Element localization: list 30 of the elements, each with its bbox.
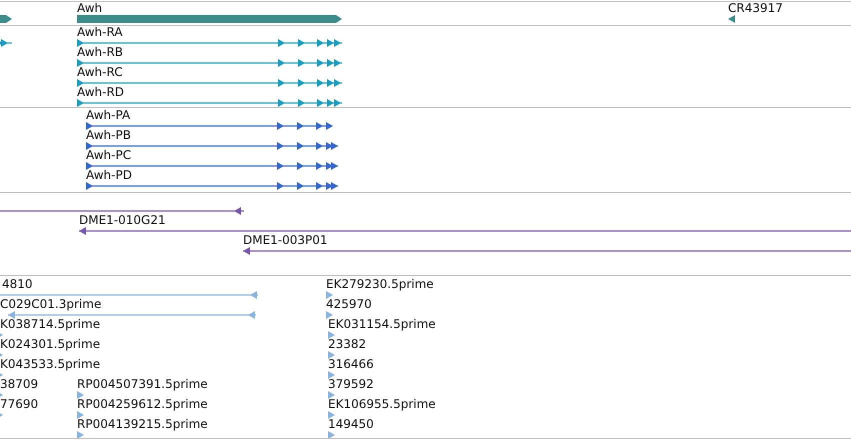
- feature-label: Awh-PC: [86, 149, 132, 162]
- feature-label: C029C01.3prime: [0, 298, 102, 311]
- feature-label: Awh: [77, 2, 102, 15]
- feature-label: 23382: [328, 338, 366, 351]
- feature-label: RP004507391.5prime: [77, 378, 208, 391]
- feature-label: EK031154.5prime: [328, 318, 436, 331]
- feature-label: 38709: [0, 378, 38, 391]
- feature-label: K038714.5prime: [0, 318, 100, 331]
- feature-label: Awh-PB: [86, 129, 131, 142]
- feature-label: K043533.5prime: [0, 358, 100, 371]
- feature-label: K024301.5prime: [0, 338, 100, 351]
- feature-label: Awh-RC: [77, 66, 123, 79]
- feature-label: EK106955.5prime: [328, 398, 436, 411]
- feature-label: 77690: [0, 398, 38, 411]
- feature-label: RP004259612.5prime: [77, 398, 208, 411]
- feature-label: DME1-010G21: [79, 214, 166, 227]
- feature-label: Awh-RB: [77, 46, 124, 59]
- feature-label: Awh-RD: [77, 86, 124, 99]
- feature-label: 316466: [328, 358, 374, 371]
- feature-label: CR43917: [728, 2, 783, 15]
- feature-label: EK279230.5prime: [326, 278, 434, 291]
- feature-label: 425970: [326, 298, 372, 311]
- feature-label: Awh-PD: [86, 169, 132, 182]
- feature-label: Awh-PA: [86, 109, 130, 122]
- feature-label: Awh-RA: [77, 26, 123, 39]
- feature-label: DME1-003P01: [243, 234, 328, 247]
- feature-label: RP004139215.5prime: [77, 418, 208, 431]
- feature-label: 4810: [2, 278, 33, 291]
- feature-label: 379592: [328, 378, 374, 391]
- feature-label: 149450: [328, 418, 374, 431]
